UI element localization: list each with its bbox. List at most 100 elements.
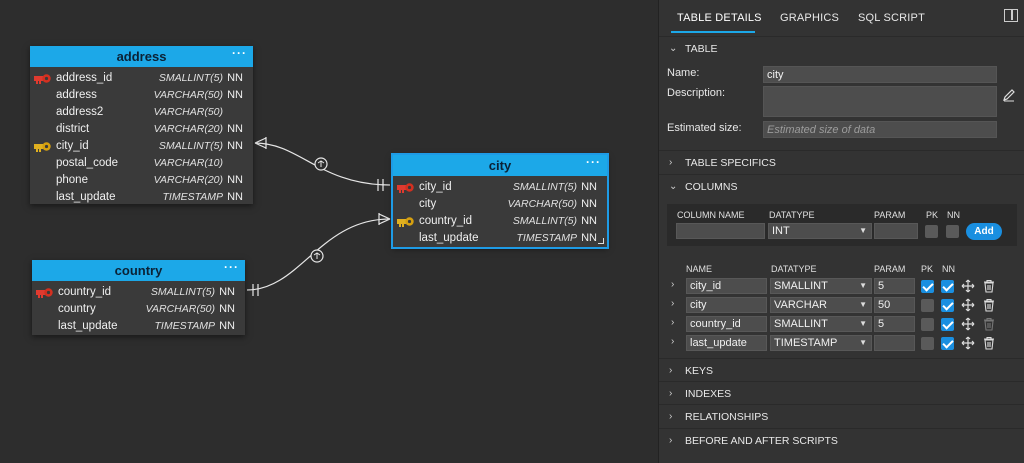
tab-table-details[interactable]: TABLE DETAILS xyxy=(677,12,762,24)
add-column-button[interactable]: Add xyxy=(966,223,1002,240)
section-columns[interactable]: ⌄ COLUMNS xyxy=(659,174,1024,198)
new-column-datatype-select[interactable]: INT ▼ xyxy=(768,223,872,239)
new-column-name-input[interactable] xyxy=(676,223,765,239)
column-nn-checkbox[interactable] xyxy=(941,337,954,350)
trash-icon[interactable] xyxy=(982,336,996,350)
column-datatype-value: VARCHAR xyxy=(774,299,827,311)
table-address[interactable]: address ··· address_id SMALLINT(5) NN addre… xyxy=(30,46,253,204)
chevron-right-icon[interactable]: › xyxy=(671,298,674,309)
section-relationships[interactable]: › RELATIONSHIPS xyxy=(659,404,1024,428)
column-datatype-value: TIMESTAMP xyxy=(774,337,838,349)
estimated-size-label: Estimated size: xyxy=(667,122,742,134)
section-table[interactable]: ⌄ TABLE xyxy=(659,36,1024,60)
column-row[interactable]: last_update TIMESTAMP NN xyxy=(393,230,607,247)
column-name-input[interactable]: last_update xyxy=(686,335,767,351)
table-header[interactable]: country ··· xyxy=(32,260,245,281)
column-param-input[interactable]: 50 xyxy=(874,297,915,313)
column-param-input[interactable] xyxy=(874,335,915,351)
column-row[interactable]: last_update TIMESTAMP NN xyxy=(30,189,253,206)
table-menu-icon[interactable]: ··· xyxy=(224,257,239,278)
column-nn: NN xyxy=(219,286,235,298)
crowfoot-city-top xyxy=(378,213,391,220)
chevron-right-icon: › xyxy=(669,157,673,168)
resize-handle[interactable] xyxy=(598,238,604,244)
column-name: last_update xyxy=(58,320,118,332)
column-row[interactable]: postal_code VARCHAR(10) xyxy=(30,155,253,172)
column-datatype-select[interactable]: TIMESTAMP ▼ xyxy=(770,335,872,351)
column-row[interactable]: phone VARCHAR(20) NN xyxy=(30,172,253,189)
tab-graphics[interactable]: GRAPHICS xyxy=(780,12,839,24)
column-name: country_id xyxy=(419,215,473,227)
column-name-value: country_id xyxy=(690,318,741,330)
move-icon[interactable] xyxy=(961,317,975,331)
column-row[interactable]: city_id SMALLINT(5) NN xyxy=(30,138,253,155)
edit-icon[interactable] xyxy=(1002,88,1016,102)
panel-tabs: TABLE DETAILS GRAPHICS SQL SCRIPT xyxy=(659,0,1024,36)
column-name-input[interactable]: city_id xyxy=(686,278,767,294)
column-pk-checkbox[interactable] xyxy=(921,280,934,293)
trash-icon[interactable] xyxy=(982,279,996,293)
section-table-specifics[interactable]: › TABLE SPECIFICS xyxy=(659,150,1024,174)
column-pk-checkbox[interactable] xyxy=(921,318,934,331)
column-row[interactable]: address VARCHAR(50) NN xyxy=(30,87,253,104)
chevron-right-icon[interactable]: › xyxy=(671,279,674,290)
column-row[interactable]: last_update TIMESTAMP NN xyxy=(32,318,245,335)
column-row[interactable]: city VARCHAR(50) NN xyxy=(393,196,607,213)
name-input[interactable]: city xyxy=(763,66,997,83)
table-body: country_id SMALLINT(5) NN country VARCHAR(50… xyxy=(32,281,245,337)
column-param-input[interactable]: 5 xyxy=(874,278,915,294)
column-name-input[interactable]: city xyxy=(686,297,767,313)
column-type: VARCHAR(20) xyxy=(153,123,223,135)
column-param-input[interactable]: 5 xyxy=(874,316,915,332)
column-row[interactable]: city_id SMALLINT(5) NN xyxy=(393,179,607,196)
new-column-param-input[interactable] xyxy=(874,223,918,239)
column-pk-checkbox[interactable] xyxy=(921,299,934,312)
new-column-form: COLUMN NAME DATATYPE PARAM PK NN INT ▼ A… xyxy=(667,204,1017,246)
column-param-value: 5 xyxy=(878,280,885,292)
column-nn-checkbox[interactable] xyxy=(941,299,954,312)
column-nn: NN xyxy=(219,303,235,315)
trash-icon[interactable] xyxy=(982,298,996,312)
tab-sql-script[interactable]: SQL SCRIPT xyxy=(858,12,925,24)
column-row[interactable]: country_id SMALLINT(5) NN xyxy=(32,284,245,301)
section-title: COLUMNS xyxy=(685,181,738,193)
table-header[interactable]: city ··· xyxy=(393,155,607,176)
move-icon[interactable] xyxy=(961,279,975,293)
new-column-pk-checkbox[interactable] xyxy=(925,225,938,238)
move-icon[interactable] xyxy=(961,298,975,312)
section-indexes[interactable]: › INDEXES xyxy=(659,381,1024,405)
section-before-after-scripts[interactable]: › BEFORE AND AFTER SCRIPTS xyxy=(659,428,1024,452)
column-row[interactable]: country VARCHAR(50) NN xyxy=(32,301,245,318)
column-pk-checkbox[interactable] xyxy=(921,337,934,350)
column-nn-checkbox[interactable] xyxy=(941,280,954,293)
column-nn-checkbox[interactable] xyxy=(941,318,954,331)
diagram-canvas[interactable]: address ··· address_id SMALLINT(5) NN addre… xyxy=(0,0,658,463)
header-param: PARAM xyxy=(874,210,906,220)
section-title: RELATIONSHIPS xyxy=(685,411,769,423)
column-datatype-select[interactable]: SMALLINT ▼ xyxy=(770,316,872,332)
column-name: city xyxy=(419,198,437,210)
column-row[interactable]: district VARCHAR(20) NN xyxy=(30,121,253,138)
chevron-right-icon[interactable]: › xyxy=(671,317,674,328)
panel-layout-icon[interactable] xyxy=(1004,9,1018,22)
column-row[interactable]: country_id SMALLINT(5) NN xyxy=(393,213,607,230)
trash-icon[interactable] xyxy=(982,317,996,331)
chevron-right-icon[interactable]: › xyxy=(671,336,674,347)
column-name-input[interactable]: country_id xyxy=(686,316,767,332)
column-row[interactable]: address_id SMALLINT(5) NN xyxy=(30,70,253,87)
section-title: KEYS xyxy=(685,365,714,377)
table-menu-icon[interactable]: ··· xyxy=(232,43,247,64)
table-city[interactable]: city ··· city_id SMALLINT(5) NN city VARCHAR… xyxy=(391,153,609,249)
foreign-key-icon xyxy=(34,142,51,152)
table-country[interactable]: country ··· country_id SMALLINT(5) NN count… xyxy=(32,260,245,335)
column-row[interactable]: address2 VARCHAR(50) xyxy=(30,104,253,121)
section-keys[interactable]: › KEYS xyxy=(659,358,1024,382)
new-column-nn-checkbox[interactable] xyxy=(946,225,959,238)
table-menu-icon[interactable]: ··· xyxy=(586,152,601,173)
column-datatype-select[interactable]: SMALLINT ▼ xyxy=(770,278,872,294)
move-icon[interactable] xyxy=(961,336,975,350)
column-datatype-select[interactable]: VARCHAR ▼ xyxy=(770,297,872,313)
table-header[interactable]: address ··· xyxy=(30,46,253,67)
description-input[interactable] xyxy=(763,86,997,117)
estimated-size-input[interactable]: Estimated size of data xyxy=(763,121,997,138)
